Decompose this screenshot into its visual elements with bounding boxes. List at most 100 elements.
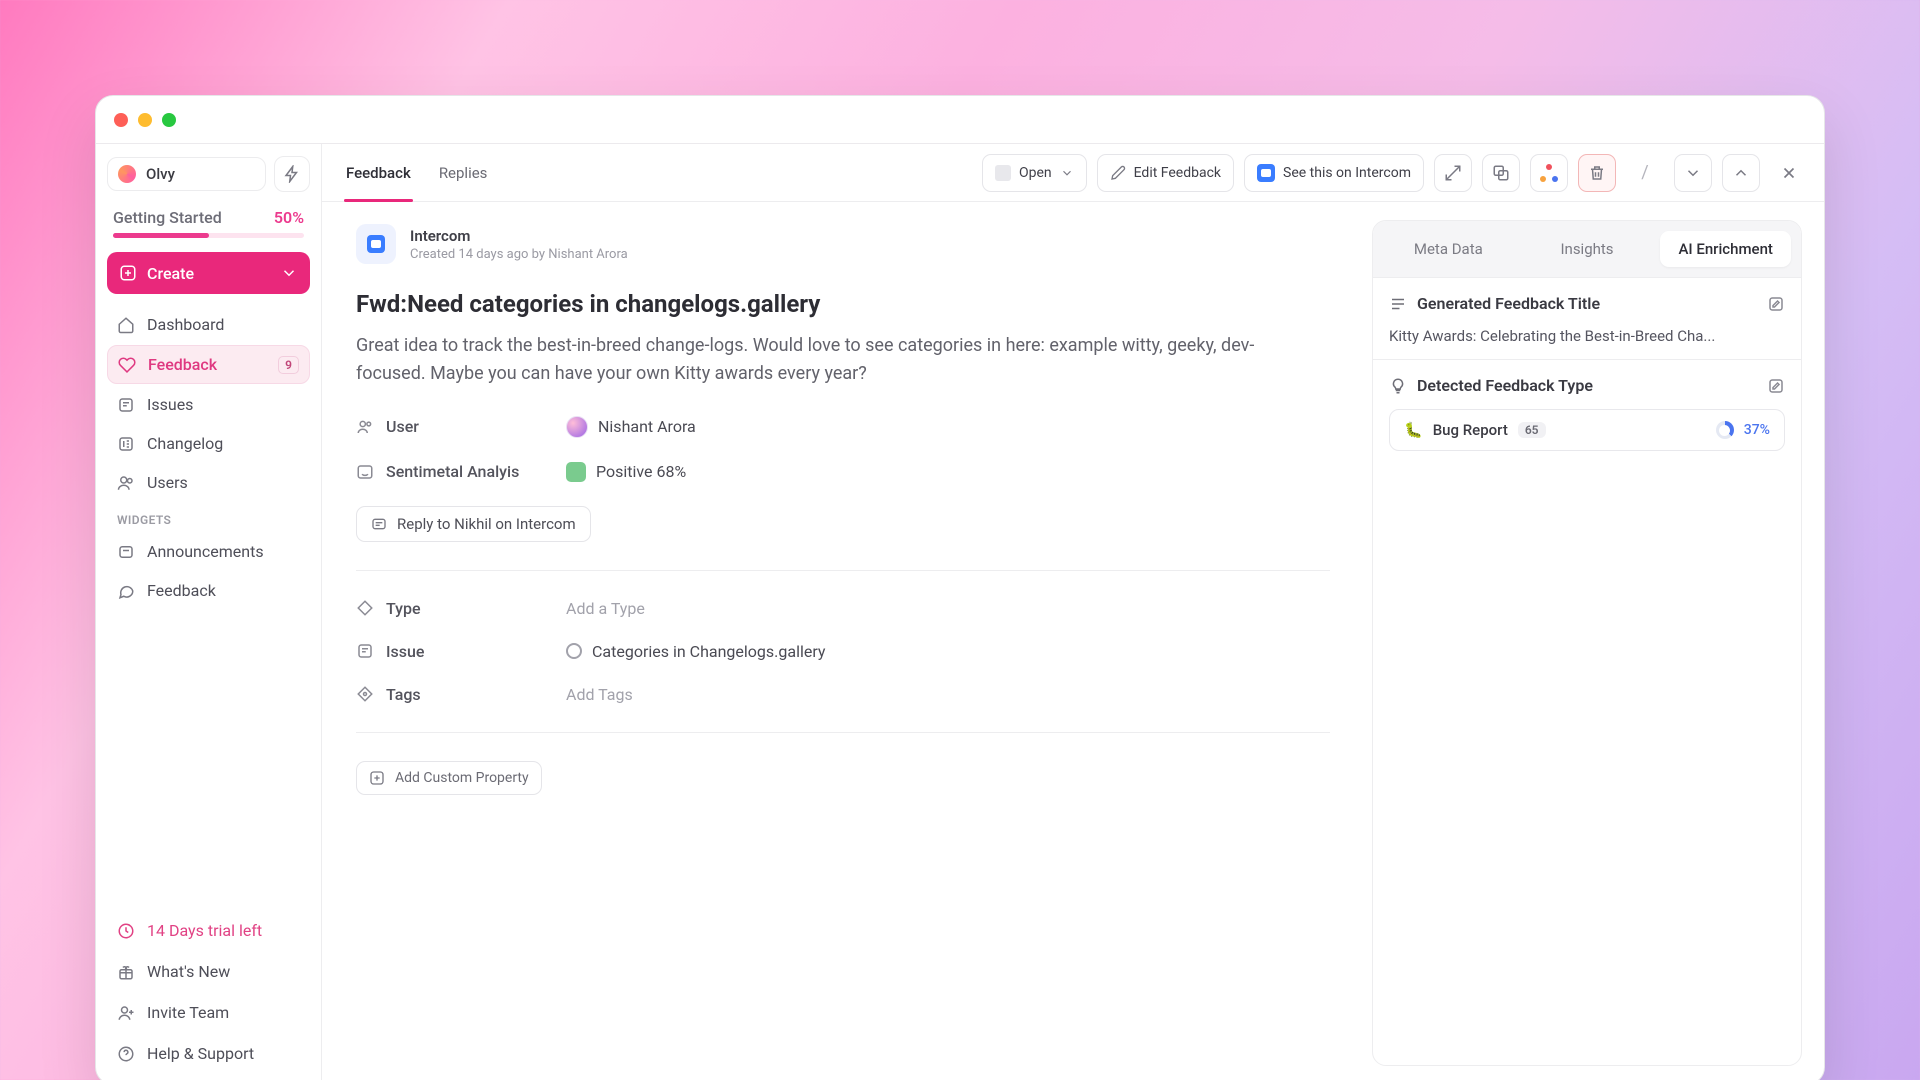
bolt-icon [283, 165, 301, 183]
home-icon [117, 316, 135, 334]
trial-status[interactable]: 14 Days trial left [107, 912, 310, 949]
add-custom-property-button[interactable]: Add Custom Property [356, 761, 542, 795]
issue-value: Categories in Changelogs.gallery [592, 642, 825, 661]
invite-label: Invite Team [147, 1003, 229, 1022]
tags-placeholder: Add Tags [566, 685, 633, 704]
property-label: Sentimetal Analyis [386, 462, 519, 481]
property-user: User Nishant Arora [356, 416, 1330, 438]
type-count: 65 [1518, 422, 1546, 438]
intercom-icon [1257, 164, 1275, 182]
announcements-icon [117, 543, 135, 561]
window-close-dot[interactable] [114, 113, 128, 127]
edit-label: Edit Feedback [1134, 165, 1221, 181]
reply-icon [371, 516, 387, 532]
clock-icon [117, 922, 135, 940]
issue-icon [356, 642, 374, 660]
issue-status-icon [566, 643, 582, 659]
add-property-label: Add Custom Property [395, 770, 529, 786]
divider [356, 732, 1330, 733]
property-issue[interactable]: Issue Categories in Changelogs.gallery [356, 642, 1330, 661]
pencil-icon [1110, 165, 1126, 181]
edit-feedback-button[interactable]: Edit Feedback [1097, 154, 1234, 192]
copy-button[interactable] [1482, 154, 1520, 192]
window-minimize-dot[interactable] [138, 113, 152, 127]
generated-title-section: Generated Feedback Title Kitty Awards: C… [1373, 277, 1801, 359]
sidebar-item-label: Users [147, 473, 188, 492]
close-button[interactable] [1770, 154, 1808, 192]
ai-tab-insights[interactable]: Insights [1522, 231, 1653, 267]
sidebar-item-changelog[interactable]: Changelog [107, 425, 310, 462]
ai-tab-metadata[interactable]: Meta Data [1383, 231, 1514, 267]
sidebar-item-label: Feedback [147, 581, 216, 600]
avatar [566, 416, 588, 438]
intercom-icon [367, 235, 385, 253]
sidebar-item-issues[interactable]: Issues [107, 386, 310, 423]
link-button[interactable] [1434, 154, 1472, 192]
tab-label: Replies [439, 164, 488, 182]
issues-icon [117, 396, 135, 414]
reply-button[interactable]: Reply to Nikhil on Intercom [356, 506, 591, 542]
next-button[interactable] [1674, 154, 1712, 192]
quick-actions-button[interactable] [274, 156, 310, 192]
help-support-link[interactable]: Help & Support [107, 1035, 310, 1072]
main: Feedback Replies Open Edit Feedback [322, 144, 1824, 1080]
whats-new-link[interactable]: What's New [107, 953, 310, 990]
property-sentiment: Sentimetal Analyis Positive 68% [356, 462, 1330, 482]
detected-type-card[interactable]: 🐛 Bug Report 65 37% [1389, 409, 1785, 451]
sidebar-item-feedback[interactable]: Feedback 9 [107, 345, 310, 384]
bug-emoji-icon: 🐛 [1404, 421, 1423, 439]
ai-tab-enrichment[interactable]: AI Enrichment [1660, 231, 1791, 267]
reply-label: Reply to Nikhil on Intercom [397, 515, 576, 533]
property-type[interactable]: Type Add a Type [356, 599, 1330, 618]
getting-started-percent: 50% [274, 208, 304, 227]
sidebar-widget-feedback[interactable]: Feedback [107, 572, 310, 609]
window-zoom-dot[interactable] [162, 113, 176, 127]
feedback-title: Fwd:Need categories in changelogs.galler… [356, 290, 1330, 318]
delete-button[interactable] [1578, 154, 1616, 192]
workspace-name: Olvy [146, 165, 175, 183]
user-name[interactable]: Nishant Arora [598, 417, 696, 436]
sentiment-value: Positive 68% [596, 462, 686, 481]
sidebar-widget-announcements[interactable]: Announcements [107, 533, 310, 570]
sidebar: Olvy Getting Started 50% Create [96, 144, 322, 1080]
app-body: Olvy Getting Started 50% Create [96, 144, 1824, 1080]
feedback-description: Great idea to track the best-in-breed ch… [356, 332, 1256, 388]
sentiment-chip-icon [566, 462, 586, 482]
status-dropdown[interactable]: Open [982, 154, 1087, 192]
property-tags[interactable]: Tags Add Tags [356, 685, 1330, 704]
widgets-heading: WIDGETS [107, 503, 310, 531]
section-title: Detected Feedback Type [1417, 376, 1593, 395]
source-meta: Created 14 days ago by Nishant Arora [410, 247, 628, 262]
chevron-down-icon [1060, 166, 1074, 180]
see-on-intercom-button[interactable]: See this on Intercom [1244, 154, 1424, 192]
window-titlebar [96, 96, 1824, 144]
integrations-button[interactable] [1530, 154, 1568, 192]
getting-started-row[interactable]: Getting Started 50% [107, 204, 310, 227]
feedback-panel: Intercom Created 14 days ago by Nishant … [322, 202, 1364, 1080]
sentiment-icon [356, 463, 374, 481]
tab-replies[interactable]: Replies [439, 144, 488, 201]
prev-button[interactable] [1722, 154, 1760, 192]
ai-panel: Meta Data Insights AI Enrichment Generat… [1372, 220, 1802, 1066]
status-icon [995, 165, 1011, 181]
close-icon [1780, 164, 1798, 182]
slash-separator: / [1626, 154, 1664, 192]
divider [356, 570, 1330, 571]
toolbar: Feedback Replies Open Edit Feedback [322, 144, 1824, 202]
invite-team-link[interactable]: Invite Team [107, 994, 310, 1031]
sidebar-feedback-badge: 9 [278, 356, 299, 374]
workspace-switcher[interactable]: Olvy [107, 157, 266, 191]
chevron-down-icon [280, 264, 298, 282]
edit-icon[interactable] [1767, 295, 1785, 313]
list-icon [1389, 295, 1407, 313]
changelog-icon [117, 435, 135, 453]
getting-started-progress [113, 233, 304, 238]
create-label: Create [147, 264, 194, 283]
tab-feedback[interactable]: Feedback [346, 144, 411, 201]
edit-icon[interactable] [1767, 377, 1785, 395]
sidebar-item-users[interactable]: Users [107, 464, 310, 501]
intercom-label: See this on Intercom [1283, 165, 1411, 181]
copy-icon [1492, 164, 1510, 182]
create-button[interactable]: Create [107, 252, 310, 294]
sidebar-item-dashboard[interactable]: Dashboard [107, 306, 310, 343]
